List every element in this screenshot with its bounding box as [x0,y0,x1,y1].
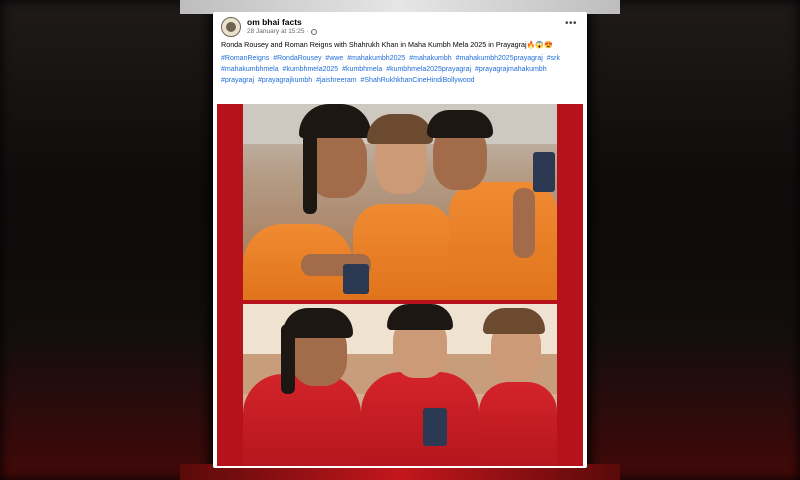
hashtag-link[interactable]: #kumbhmela [342,66,382,73]
hashtag-link[interactable]: #prayagraj [221,77,254,84]
hashtag-link[interactable]: #kumbhmela2025prayagraj [386,66,471,73]
page-name[interactable]: om bhai facts [247,17,302,27]
hashtag-link[interactable]: #mahakumbh2025 [347,55,405,62]
arm-right [513,188,535,258]
red-robe-left [243,374,361,466]
phone-right-icon [533,152,555,192]
hashtag-link[interactable]: #jaishreeram [316,77,356,84]
hashtag-link[interactable]: #prayagrajkumbh [258,77,312,84]
caption-emojis: 🔥😱😍 [526,42,553,49]
hashtag-link[interactable]: #mahakumbh [409,55,451,62]
selfie-photo-top [243,104,557,300]
hashtag-link[interactable]: #mahakumbhmela [221,66,279,73]
post-image[interactable] [217,104,583,466]
hashtag-link[interactable]: #mahakumbh2025prayagraj [456,55,543,62]
globe-icon [311,28,318,35]
blurred-background-right [590,0,800,480]
phone-bottom-icon [423,408,447,446]
post-date[interactable]: 28 January at 15:25 · [247,28,308,35]
more-options-icon[interactable]: ••• [565,18,577,29]
selfie-photo-bottom [243,304,557,466]
facebook-post-card: om bhai facts 28 January at 15:25 · ••• … [213,12,587,468]
hashtag-link[interactable]: #ShahRukhkhanCineHindiBollywood [361,77,475,84]
red-robe-middle [361,372,479,466]
post-caption: Ronda Rousey and Roman Reigns with Shahr… [213,38,587,50]
hair-bottom-middle [387,304,453,330]
hashtag-list: #RomanReigns #RondaRousey #wwe #mahakumb… [213,50,587,86]
hair-long-left [303,124,317,214]
page-avatar[interactable] [221,17,241,37]
hashtag-link[interactable]: #srk [547,55,560,62]
long-hair-bottom-left [281,324,295,394]
red-robe-right [479,382,557,466]
hashtag-link[interactable]: #kumbhmela2025 [283,66,339,73]
hashtag-link[interactable]: #RomanReigns [221,55,269,62]
post-header: om bhai facts 28 January at 15:25 · ••• [213,12,587,38]
blurred-background-left [0,0,210,480]
hair-middle [367,114,433,144]
caption-text: Ronda Rousey and Roman Reigns with Shahr… [221,40,527,49]
robe-right [449,182,557,300]
post-meta: 28 January at 15:25 · [247,28,318,35]
hair-bottom-right [483,308,545,334]
hair-right [427,110,493,138]
phone-left-icon [343,264,369,294]
hashtag-link[interactable]: #prayagrajmahakumbh [475,66,547,73]
hashtag-link[interactable]: #RondaRousey [273,55,321,62]
hashtag-link[interactable]: #wwe [325,55,343,62]
avatar-logo-icon [226,22,236,32]
